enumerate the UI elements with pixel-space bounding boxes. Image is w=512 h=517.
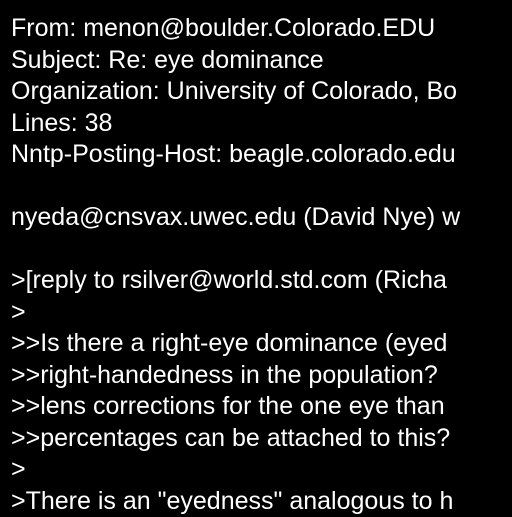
quoted-line: > bbox=[11, 297, 512, 329]
quoted-line: >[reply to rsilver@world.std.com (Richa bbox=[11, 265, 512, 297]
blank-line bbox=[11, 234, 512, 266]
header-from: From: menon@boulder.Colorado.EDU bbox=[11, 13, 512, 45]
blank-line bbox=[11, 171, 512, 203]
quoted-line: > bbox=[11, 454, 512, 486]
header-lines: Lines: 38 bbox=[11, 108, 512, 140]
attribution-line: nyeda@cnsvax.uwec.edu (David Nye) w bbox=[11, 202, 512, 234]
quoted-line: >>right-handedness in the population? bbox=[11, 360, 512, 392]
message-body: From: menon@boulder.Colorado.EDU Subject… bbox=[11, 13, 512, 517]
header-subject: Subject: Re: eye dominance bbox=[11, 45, 512, 77]
quoted-line: >>lens corrections for the one eye than bbox=[11, 391, 512, 423]
header-organization: Organization: University of Colorado, Bo bbox=[11, 76, 512, 108]
quoted-line: >>Is there a right-eye dominance (eyed bbox=[11, 328, 512, 360]
quoted-line: >There is an "eyedness" analogous to h bbox=[11, 486, 512, 517]
quoted-line: >>percentages can be attached to this? bbox=[11, 423, 512, 455]
header-nntp-posting-host: Nntp-Posting-Host: beagle.colorado.edu bbox=[11, 139, 512, 171]
